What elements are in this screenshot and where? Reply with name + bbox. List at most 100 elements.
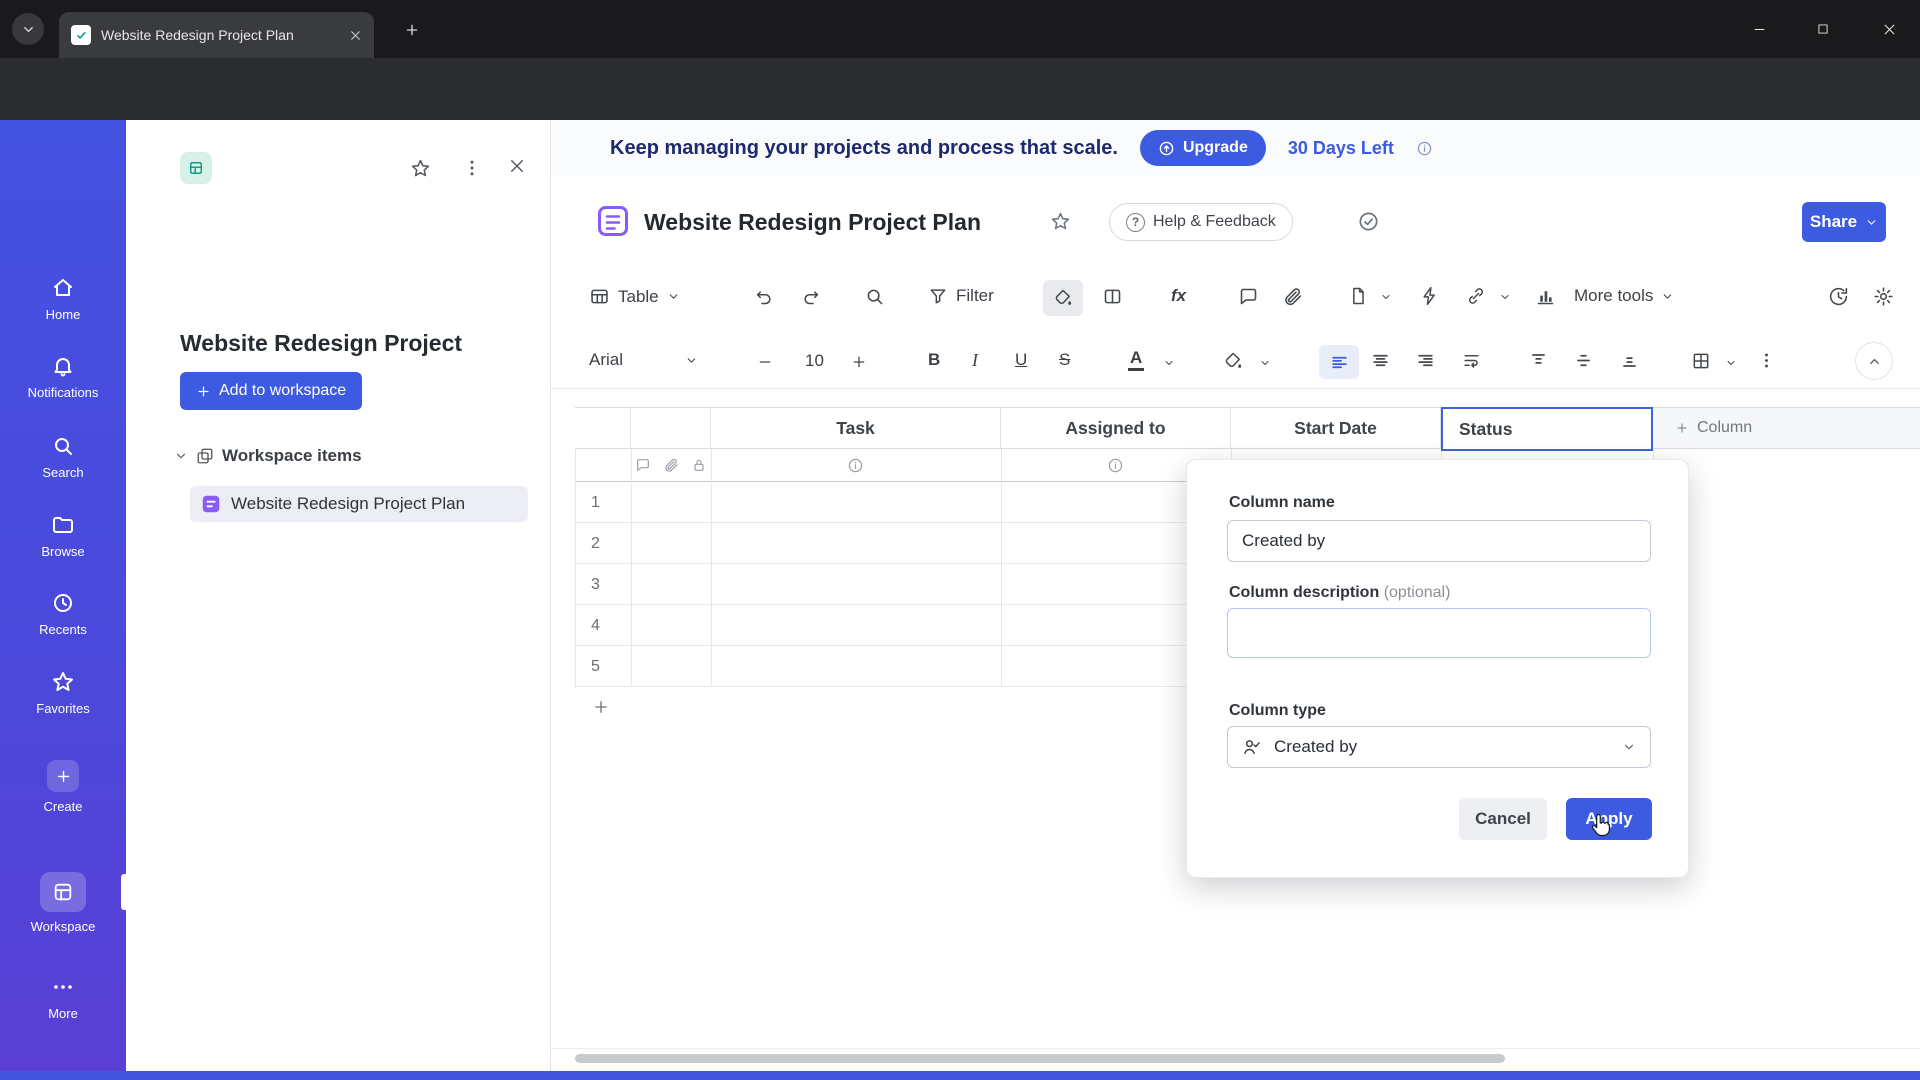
align-center-button[interactable] bbox=[1371, 351, 1390, 370]
upgrade-banner: Keep managing your projects and process … bbox=[551, 120, 1920, 176]
undo-button[interactable] bbox=[755, 286, 776, 307]
chevron-down-icon[interactable] bbox=[1380, 291, 1392, 303]
add-to-workspace-button[interactable]: Add to workspace bbox=[180, 372, 363, 410]
star-icon bbox=[51, 670, 75, 694]
column-type-select[interactable]: Created by bbox=[1227, 726, 1651, 768]
filter-button[interactable]: Filter bbox=[928, 286, 994, 306]
main-area: Keep managing your projects and process … bbox=[550, 120, 1920, 1071]
info-icon[interactable] bbox=[1416, 140, 1433, 157]
indicator-columns-header bbox=[631, 407, 711, 449]
strikethrough-button[interactable]: S bbox=[1059, 350, 1070, 370]
attachment-icon[interactable] bbox=[1282, 286, 1303, 307]
font-family-select[interactable]: Arial bbox=[589, 350, 698, 370]
bold-button[interactable]: B bbox=[928, 350, 940, 370]
grid-line bbox=[631, 449, 632, 687]
redo-button[interactable] bbox=[799, 286, 820, 307]
italic-button[interactable]: I bbox=[972, 350, 978, 371]
increase-font-icon[interactable] bbox=[851, 354, 867, 370]
decrease-font-icon[interactable] bbox=[757, 354, 773, 370]
attachments-column-icon[interactable] bbox=[663, 457, 679, 473]
column-header-task[interactable]: Task bbox=[711, 407, 1001, 449]
cancel-button[interactable]: Cancel bbox=[1459, 798, 1547, 840]
tree-item-sheet[interactable]: Website Redesign Project Plan bbox=[190, 486, 528, 522]
window-maximize-button[interactable] bbox=[1808, 14, 1838, 44]
valign-top-button[interactable] bbox=[1529, 351, 1548, 370]
cell-format-icon[interactable] bbox=[1102, 286, 1123, 307]
new-tab-button[interactable] bbox=[398, 16, 426, 44]
borders-icon[interactable] bbox=[1691, 351, 1711, 371]
format-more-icon[interactable] bbox=[1757, 351, 1776, 370]
sidebar-item-notifications[interactable]: Notifications bbox=[0, 354, 126, 400]
sheet-star-icon[interactable] bbox=[1050, 211, 1071, 232]
favorite-star-icon[interactable] bbox=[410, 158, 431, 179]
row-number-header bbox=[575, 407, 631, 449]
sidebar-item-search[interactable]: Search bbox=[0, 434, 126, 480]
tab-search-button[interactable] bbox=[12, 13, 44, 45]
align-left-button[interactable] bbox=[1319, 345, 1359, 379]
column-description-label: Column description (optional) bbox=[1229, 584, 1451, 601]
comment-icon[interactable] bbox=[1238, 286, 1259, 307]
fill-color-icon[interactable] bbox=[1223, 351, 1243, 371]
panel-menu-icon[interactable] bbox=[462, 158, 482, 178]
chevron-down-icon bbox=[1661, 290, 1674, 303]
workspace-panel: Website Redesign Project Add to workspac… bbox=[126, 120, 550, 1071]
document-icon[interactable] bbox=[1348, 286, 1368, 306]
settings-gear-icon[interactable] bbox=[1873, 286, 1894, 307]
column-header-assigned-to[interactable]: Assigned to bbox=[1001, 407, 1231, 449]
underline-button[interactable]: U bbox=[1015, 350, 1027, 370]
sidebar-item-favorites[interactable]: Favorites bbox=[0, 670, 126, 716]
font-size-value[interactable]: 10 bbox=[805, 351, 824, 371]
add-column-button[interactable]: Column bbox=[1653, 407, 1920, 449]
column-header-status-selected[interactable]: Status bbox=[1441, 407, 1653, 451]
activity-history-icon[interactable] bbox=[1828, 286, 1849, 307]
sidebar-item-more[interactable]: More bbox=[0, 975, 126, 1021]
tab-close-icon[interactable] bbox=[349, 29, 362, 42]
person-check-icon bbox=[1242, 737, 1262, 757]
highlight-fill-button[interactable] bbox=[1043, 280, 1083, 316]
text-color-button[interactable]: A bbox=[1128, 348, 1145, 371]
chevron-down-icon[interactable] bbox=[1499, 291, 1511, 303]
browser-navbar: app.smartsheet.com/sheets/v3qwxMgRrP9pqp… bbox=[0, 58, 1920, 167]
screen: Website Redesign Project Plan app.smarts… bbox=[0, 0, 1920, 1080]
align-right-button[interactable] bbox=[1416, 351, 1435, 370]
collapse-toolbar-button[interactable] bbox=[1855, 342, 1893, 380]
sidebar-item-recents[interactable]: Recents bbox=[0, 591, 126, 637]
workspace-items-toggle[interactable]: Workspace items bbox=[174, 446, 362, 466]
column-name-input[interactable] bbox=[1227, 520, 1651, 562]
window-close-button[interactable] bbox=[1874, 14, 1904, 44]
search-icon[interactable] bbox=[864, 286, 885, 307]
horizontal-scrollbar[interactable] bbox=[575, 1054, 1505, 1063]
more-tools-button[interactable]: More tools bbox=[1574, 286, 1674, 306]
sidebar-item-workspace[interactable]: Workspace bbox=[0, 872, 126, 934]
sidebar-item-home[interactable]: Home bbox=[0, 276, 126, 322]
help-feedback-button[interactable]: ? Help & Feedback bbox=[1109, 203, 1293, 241]
plus-icon bbox=[1675, 421, 1689, 435]
share-button[interactable]: Share bbox=[1802, 202, 1886, 242]
valign-bottom-button[interactable] bbox=[1620, 351, 1639, 370]
add-row-button[interactable] bbox=[592, 698, 610, 716]
window-minimize-button[interactable] bbox=[1744, 14, 1774, 44]
chevron-down-icon[interactable] bbox=[1725, 357, 1737, 369]
workspace-icon bbox=[180, 152, 212, 184]
chevron-down-icon[interactable] bbox=[1259, 357, 1271, 369]
sidebar-item-create[interactable]: Create bbox=[0, 760, 126, 814]
valign-middle-button[interactable] bbox=[1574, 351, 1593, 370]
view-selector[interactable]: Table bbox=[589, 286, 680, 307]
upgrade-button[interactable]: Upgrade bbox=[1139, 130, 1266, 166]
assigned-column-info-icon[interactable] bbox=[1107, 457, 1124, 474]
lock-column-icon bbox=[691, 457, 707, 473]
link-icon[interactable] bbox=[1466, 286, 1486, 306]
panel-close-icon[interactable] bbox=[508, 157, 526, 175]
automation-bolt-icon[interactable] bbox=[1420, 286, 1440, 306]
comments-column-icon[interactable] bbox=[635, 457, 651, 473]
browser-tab[interactable]: Website Redesign Project Plan bbox=[59, 12, 374, 58]
column-header-start-date[interactable]: Start Date bbox=[1231, 407, 1441, 449]
formula-button[interactable]: fx bbox=[1171, 286, 1186, 306]
chevron-down-icon[interactable] bbox=[1163, 357, 1175, 369]
text-wrap-button[interactable] bbox=[1462, 351, 1481, 370]
trial-days-left: 30 Days Left bbox=[1287, 137, 1394, 158]
chart-icon[interactable] bbox=[1535, 286, 1556, 307]
sidebar-item-browse[interactable]: Browse bbox=[0, 513, 126, 559]
column-description-input[interactable] bbox=[1227, 608, 1651, 658]
task-column-info-icon[interactable] bbox=[847, 457, 864, 474]
